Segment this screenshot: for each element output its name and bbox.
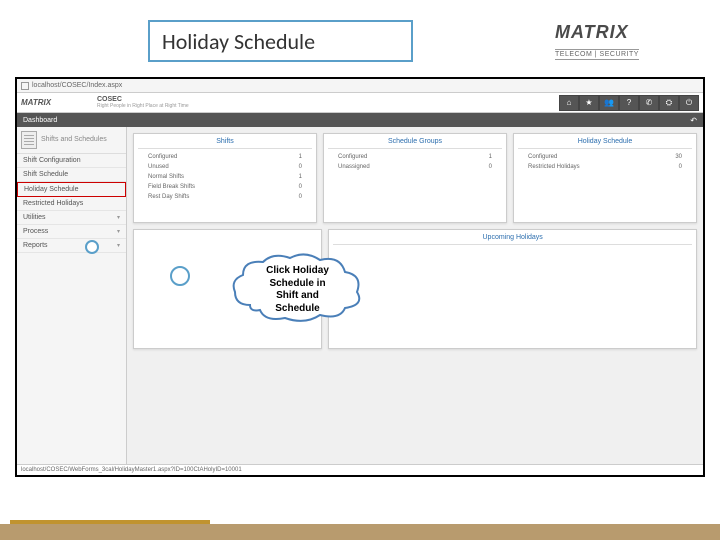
sliders-icon[interactable]: ⛭ — [659, 95, 679, 111]
sidebar: Shifts and Schedules Shift Configuration… — [17, 127, 127, 464]
sidebar-section-header: Shifts and Schedules — [17, 127, 126, 154]
sidebar-item-restricted-holidays[interactable]: Restricted Holidays — [17, 197, 126, 211]
slide-title-box: Holiday Schedule — [148, 20, 413, 62]
url-text: localhost/COSEC/Index.aspx — [32, 82, 122, 89]
app-logo: MATRIX — [21, 96, 91, 110]
card-schedule-groups[interactable]: Schedule Groups Configured1 Unassigned0 — [323, 133, 507, 223]
sidebar-item-reports[interactable]: Reports▾ — [17, 239, 126, 253]
sidebar-item-shift-configuration[interactable]: Shift Configuration — [17, 154, 126, 168]
document-icon — [21, 82, 29, 90]
cloud-callout: Click Holiday Schedule in Shift and Sche… — [225, 250, 370, 325]
callout-line-2: Schedule in — [269, 278, 325, 289]
sub-header: Dashboard ↶ — [17, 113, 703, 127]
phone-icon[interactable]: ✆ — [639, 95, 659, 111]
sidebar-item-shift-schedule[interactable]: Shift Schedule — [17, 168, 126, 182]
sidebar-item-utilities[interactable]: Utilities▾ — [17, 211, 126, 225]
slide-title: Holiday Schedule — [162, 28, 315, 55]
chevron-down-icon: ▾ — [117, 242, 120, 249]
power-icon[interactable]: ⏻ — [679, 95, 699, 111]
sidebar-section-title: Shifts and Schedules — [41, 136, 107, 144]
help-icon[interactable]: ? — [619, 95, 639, 111]
product-slogan: Right People in Right Place at Right Tim… — [97, 103, 189, 109]
main-panel: Shifts Configured1 Unused0 Normal Shifts… — [127, 127, 703, 464]
dashboard-label: Dashboard — [23, 117, 57, 124]
brand-name: MATRIX — [555, 22, 705, 43]
decorative-stripe — [0, 524, 720, 540]
callout-line-4: Schedule — [275, 303, 319, 314]
back-icon[interactable]: ↶ — [690, 116, 697, 125]
product-name: COSEC — [97, 96, 189, 103]
sidebar-item-process[interactable]: Process▾ — [17, 225, 126, 239]
card-shifts[interactable]: Shifts Configured1 Unused0 Normal Shifts… — [133, 133, 317, 223]
toolbar: ⌂ ★ 👥 ? ✆ ⛭ ⏻ — [559, 95, 699, 111]
schedule-icon — [21, 131, 37, 149]
card-title: Holiday Schedule — [518, 138, 692, 149]
callout-line-1: Click Holiday — [266, 265, 329, 276]
card-holiday-schedule[interactable]: Holiday Schedule Configured30 Restricted… — [513, 133, 697, 223]
chevron-down-icon: ▾ — [117, 214, 120, 221]
callout-line-3: Shift and — [276, 290, 319, 301]
card-title: Shifts — [138, 138, 312, 149]
card-title: Upcoming Holidays — [333, 234, 692, 245]
app-header: MATRIX COSEC Right People in Right Place… — [17, 93, 703, 113]
brand-tagline: TELECOM | SECURITY — [555, 49, 639, 60]
users-icon[interactable]: 👥 — [599, 95, 619, 111]
home-icon[interactable]: ⌂ — [559, 95, 579, 111]
url-bar: localhost/COSEC/Index.aspx — [17, 79, 703, 93]
callout-bubble-small — [85, 240, 99, 254]
star-icon[interactable]: ★ — [579, 95, 599, 111]
callout-bubble-medium — [170, 266, 190, 286]
brand-logo: MATRIX TELECOM | SECURITY — [555, 22, 705, 60]
sidebar-item-holiday-schedule[interactable]: Holiday Schedule — [17, 182, 126, 197]
chevron-down-icon: ▾ — [117, 228, 120, 235]
status-bar: localhost/COSEC/WebForms_3cal/HolidayMas… — [17, 464, 703, 475]
card-title: Schedule Groups — [328, 138, 502, 149]
card-upcoming-holidays[interactable]: Upcoming Holidays — [328, 229, 697, 349]
